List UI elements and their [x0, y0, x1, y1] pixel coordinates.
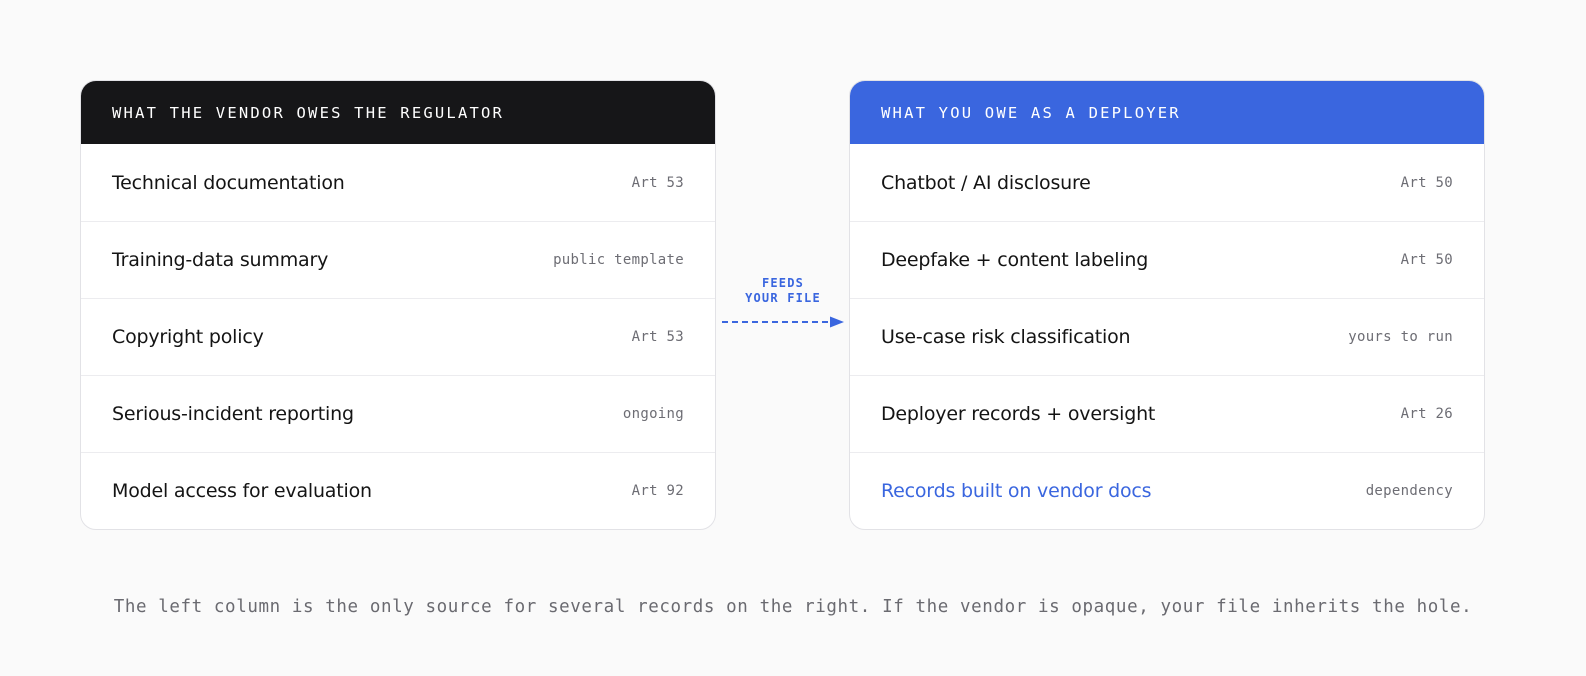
article-tag: yours to run — [1348, 329, 1453, 345]
obligation-label: Model access for evaluation — [112, 480, 372, 502]
connector-label: FEEDS YOUR FILE — [718, 276, 848, 306]
footer-caption: The left column is the only source for s… — [113, 597, 1473, 617]
obligation-label: Technical documentation — [112, 171, 345, 194]
deployer-obligations-panel: WHAT YOU OWE AS A DEPLOYER Chatbot / AI … — [849, 80, 1485, 530]
list-item: Chatbot / AI disclosure Art 50 — [850, 144, 1484, 221]
list-item: Deployer records + oversight Art 26 — [850, 375, 1484, 452]
vendor-obligations-panel: WHAT THE VENDOR OWES THE REGULATOR Techn… — [80, 80, 716, 530]
connector-label-line1: FEEDS — [761, 276, 805, 290]
obligation-label: Chatbot / AI disclosure — [881, 171, 1091, 194]
deployer-panel-title: WHAT YOU OWE AS A DEPLOYER — [850, 81, 1484, 144]
article-tag: public template — [553, 252, 684, 268]
list-item: Training-data summary public template — [81, 221, 715, 298]
obligation-label: Training-data summary — [112, 249, 329, 271]
list-item: Copyright policy Art 53 — [81, 298, 715, 375]
list-item: Technical documentation Art 53 — [81, 144, 715, 221]
article-tag: Art 53 — [631, 329, 684, 345]
connector-label-line2: YOUR FILE — [745, 291, 821, 305]
obligation-label: Deepfake + content labeling — [881, 249, 1149, 271]
article-tag: Art 92 — [631, 483, 684, 499]
obligation-label: Use-case risk classification — [881, 326, 1131, 348]
obligation-label: Copyright policy — [112, 326, 264, 348]
feeds-connector: FEEDS YOUR FILE — [718, 276, 848, 336]
list-item: Use-case risk classification yours to ru… — [850, 298, 1484, 375]
vendor-obligations-list: Technical documentation Art 53 Training-… — [81, 144, 715, 529]
list-item: Records built on vendor docs dependency — [850, 452, 1484, 529]
article-tag: Art 50 — [1400, 252, 1453, 268]
highlighted-obligation-label: Records built on vendor docs — [881, 480, 1152, 502]
list-item: Model access for evaluation Art 92 — [81, 452, 715, 529]
list-item: Deepfake + content labeling Art 50 — [850, 221, 1484, 298]
list-item: Serious-incident reporting ongoing — [81, 375, 715, 452]
obligation-label: Serious-incident reporting — [112, 403, 354, 425]
dashed-arrow-right-icon — [722, 316, 844, 328]
article-tag: Art 50 — [1400, 174, 1453, 191]
article-tag: ongoing — [622, 406, 684, 422]
article-tag: Art 53 — [631, 174, 684, 191]
vendor-panel-title: WHAT THE VENDOR OWES THE REGULATOR — [81, 81, 715, 144]
deployer-obligations-list: Chatbot / AI disclosure Art 50 Deepfake … — [850, 144, 1484, 529]
obligation-label: Deployer records + oversight — [881, 403, 1156, 425]
article-tag: dependency — [1365, 483, 1453, 499]
article-tag: Art 26 — [1400, 406, 1453, 422]
